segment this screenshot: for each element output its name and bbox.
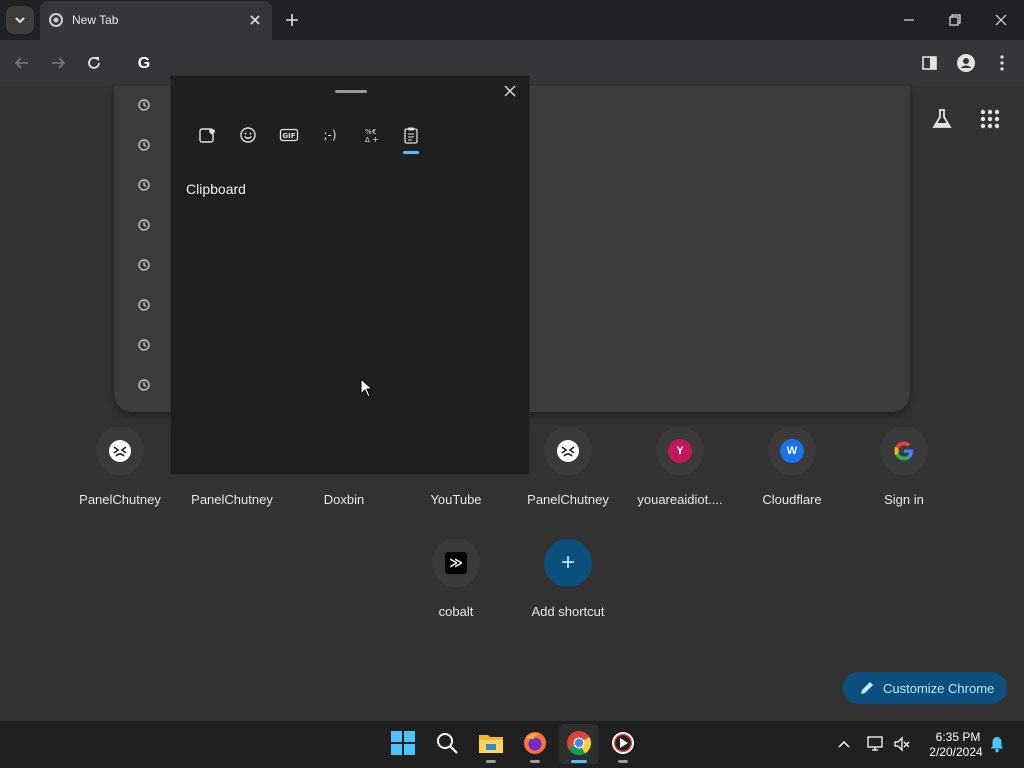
favorites-icon[interactable] — [198, 126, 216, 144]
forward-icon[interactable] — [48, 53, 68, 73]
chrome-icon[interactable] — [566, 730, 592, 756]
shortcut-label: Cloudflare — [762, 492, 822, 507]
shortcut-panelchutney-1[interactable] — [96, 427, 144, 475]
svg-text:+: + — [372, 135, 379, 144]
shortcut-label: YouTube — [430, 492, 482, 507]
pencil-icon — [861, 682, 873, 694]
shortcut-label: PanelChutney — [527, 492, 609, 507]
emoji-icon[interactable] — [239, 126, 257, 144]
shortcut-panelchutney-3[interactable] — [544, 427, 592, 475]
search-icon[interactable] — [434, 730, 460, 756]
window-close-icon[interactable] — [991, 10, 1011, 30]
history-icon[interactable] — [137, 258, 151, 272]
network-icon[interactable] — [866, 735, 886, 753]
shortcut-label: youareaidiot.... — [637, 492, 723, 507]
running-indicator — [618, 760, 628, 763]
menu-icon[interactable] — [992, 53, 1012, 73]
history-icon[interactable] — [137, 378, 151, 392]
symbols-icon[interactable]: % € Δ + — [361, 126, 379, 144]
customize-chrome-label: Customize Chrome — [883, 680, 995, 696]
labs-flask-icon[interactable] — [930, 107, 954, 131]
svg-text:;-): ;-) — [323, 128, 336, 142]
volume-muted-icon[interactable] — [893, 735, 911, 753]
file-explorer-icon[interactable] — [478, 730, 504, 756]
plus-icon — [286, 14, 298, 26]
panel-heading: Clipboard — [186, 181, 246, 197]
profile-icon[interactable] — [956, 53, 976, 73]
reload-icon[interactable] — [84, 53, 104, 73]
shortcut-label: Sign in — [884, 492, 924, 507]
windows-start-icon[interactable] — [390, 730, 416, 756]
active-tab-indicator — [403, 151, 419, 154]
running-indicator — [486, 760, 496, 763]
shortcut-label: PanelChutney — [79, 492, 161, 507]
history-icon[interactable] — [137, 298, 151, 312]
new-tab-button[interactable] — [282, 10, 302, 30]
chevron-up-icon[interactable] — [836, 736, 852, 752]
firefox-icon[interactable] — [522, 730, 548, 756]
shortcut-cobalt[interactable]: ≫ — [432, 539, 480, 587]
clipboard-icon[interactable] — [402, 126, 420, 144]
add-shortcut-button[interactable]: + — [544, 539, 592, 587]
customize-chrome-button[interactable]: Customize Chrome — [843, 672, 1007, 704]
history-icon[interactable] — [137, 138, 151, 152]
tab-title: New Tab — [72, 13, 119, 27]
emoji-panel — [170, 75, 530, 475]
shortcut-label: Add shortcut — [531, 604, 605, 619]
tab-close-icon[interactable] — [247, 12, 263, 28]
chevron-down-icon — [15, 17, 25, 24]
panelchutney-icon — [109, 440, 131, 462]
history-icon[interactable] — [137, 178, 151, 192]
shortcut-label: Doxbin — [323, 492, 365, 507]
restore-icon[interactable] — [945, 10, 965, 30]
shortcut-label: PanelChutney — [191, 492, 273, 507]
back-icon[interactable] — [12, 53, 32, 73]
clock-date[interactable]: 2/20/2024 — [922, 745, 990, 759]
active-indicator — [571, 760, 587, 763]
svg-text:%: % — [365, 128, 372, 136]
notification-bell-icon[interactable] — [988, 735, 1006, 753]
media-player-icon[interactable] — [610, 730, 636, 756]
svg-text:GIF: GIF — [282, 132, 295, 140]
history-icon[interactable] — [137, 218, 151, 232]
cobalt-icon: ≫ — [445, 552, 467, 574]
google-icon — [894, 441, 913, 461]
clock-time[interactable]: 6:35 PM — [930, 730, 986, 744]
history-icon[interactable] — [137, 338, 151, 352]
omnibox-google-icon: G — [137, 55, 151, 72]
tab-search-button[interactable] — [6, 6, 34, 34]
panelchutney-icon — [557, 440, 579, 462]
shortcut-youareaidiot[interactable]: Y — [656, 427, 704, 475]
kaomoji-icon[interactable]: ;-) — [320, 126, 340, 144]
panel-close-icon[interactable] — [502, 83, 518, 99]
shortcut-label: cobalt — [438, 604, 474, 619]
running-indicator — [530, 760, 540, 763]
apps-grid-icon[interactable] — [979, 108, 1001, 130]
panel-drag-handle[interactable] — [335, 90, 367, 93]
gif-icon[interactable]: GIF — [279, 126, 299, 144]
shortcut-sign-in[interactable] — [880, 427, 928, 475]
shortcut-cloudflare[interactable]: W — [768, 427, 816, 475]
history-icon[interactable] — [137, 98, 151, 112]
chrome-icon — [49, 13, 63, 27]
w-letter-icon: W — [780, 439, 804, 463]
side-panel-icon[interactable] — [920, 53, 940, 73]
minimize-icon[interactable] — [899, 10, 919, 30]
y-letter-icon: Y — [668, 439, 692, 463]
mouse-cursor-icon — [360, 378, 374, 398]
svg-text:Δ: Δ — [365, 136, 370, 144]
plus-icon: + — [560, 549, 575, 576]
